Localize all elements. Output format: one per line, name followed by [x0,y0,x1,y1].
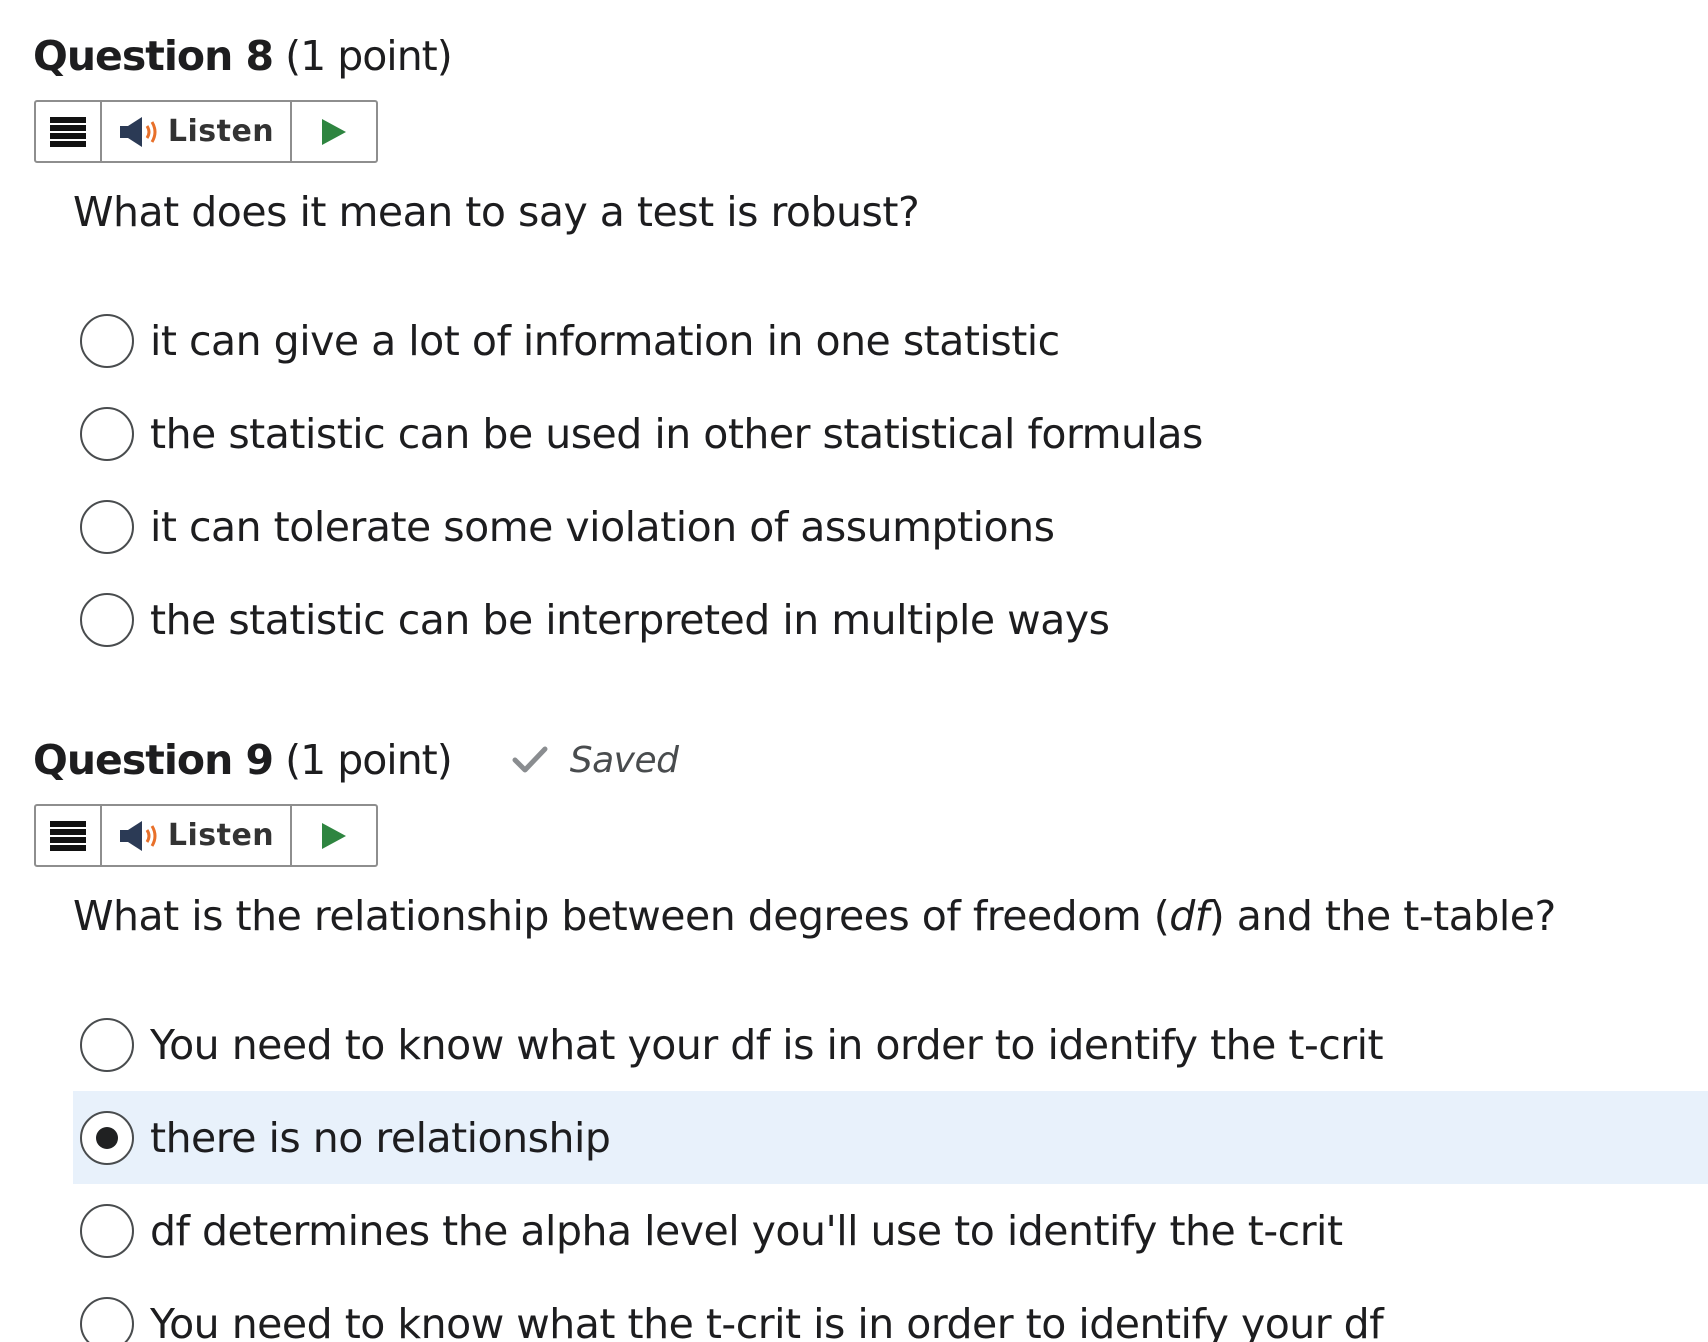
saved-status: Saved [512,740,679,781]
question-text-part: ) and the t-table? [1208,892,1557,940]
radio-button-checked[interactable] [80,1110,134,1165]
readspeaker-toolbar: Listen [34,804,378,867]
play-icon [322,118,346,145]
listen-label: Listen [167,114,275,149]
speaker-icon [119,116,157,147]
listen-button[interactable]: Listen [102,806,292,865]
hamburger-menu-icon [50,820,86,851]
question-text-italic: df [1169,892,1209,940]
answer-option[interactable]: You need to know what your df is in orde… [73,998,1708,1091]
radio-button[interactable] [80,1203,134,1258]
play-button[interactable] [292,806,376,865]
option-label[interactable]: the statistic can be used in other stati… [150,410,1203,458]
question-header: Question 9 (1 point) Saved [33,730,679,790]
readspeaker-menu-button[interactable] [36,806,102,865]
answer-option[interactable]: it can tolerate some violation of assump… [73,480,1708,573]
radio-button[interactable] [80,406,134,461]
play-button[interactable] [292,102,376,161]
question-header: Question 8 (1 point) [33,26,453,86]
answer-option[interactable]: the statistic can be used in other stati… [73,387,1708,480]
play-icon [322,822,346,849]
option-label[interactable]: df determines the alpha level you'll use… [150,1207,1343,1255]
question-title: Question 9 [33,736,274,784]
radio-button[interactable] [80,1017,134,1072]
option-label[interactable]: it can give a lot of information in one … [150,317,1060,365]
option-label[interactable]: You need to know what the t-crit is in o… [150,1300,1384,1342]
saved-label: Saved [569,739,679,781]
option-label[interactable]: it can tolerate some violation of assump… [150,503,1055,551]
radio-button[interactable] [80,313,134,368]
question-points: (1 point) [285,736,453,784]
option-label[interactable]: You need to know what your df is in orde… [150,1021,1384,1069]
question-text-part: What is the relationship between degrees… [73,892,1170,940]
question-title: Question 8 [33,32,274,80]
radio-button[interactable] [80,499,134,554]
option-label[interactable]: there is no relationship [150,1114,611,1162]
speaker-icon [119,820,157,851]
radio-button[interactable] [80,592,134,647]
question-text: What is the relationship between degrees… [73,892,1556,940]
answer-option[interactable]: df determines the alpha level you'll use… [73,1184,1708,1277]
listen-button[interactable]: Listen [102,102,292,161]
question-text: What does it mean to say a test is robus… [73,188,920,236]
hamburger-menu-icon [50,116,86,147]
listen-label: Listen [167,818,275,853]
readspeaker-toolbar: Listen [34,100,378,163]
answer-option[interactable]: the statistic can be interpreted in mult… [73,573,1708,666]
answer-option[interactable]: You need to know what the t-crit is in o… [73,1277,1708,1342]
answer-option-selected[interactable]: there is no relationship [73,1091,1708,1184]
option-label[interactable]: the statistic can be interpreted in mult… [150,596,1110,644]
answer-option[interactable]: it can give a lot of information in one … [73,294,1708,387]
readspeaker-menu-button[interactable] [36,102,102,161]
radio-dot [96,1126,118,1149]
radio-button[interactable] [80,1296,134,1342]
checkmark-icon [512,746,548,773]
question-points: (1 point) [285,32,453,80]
